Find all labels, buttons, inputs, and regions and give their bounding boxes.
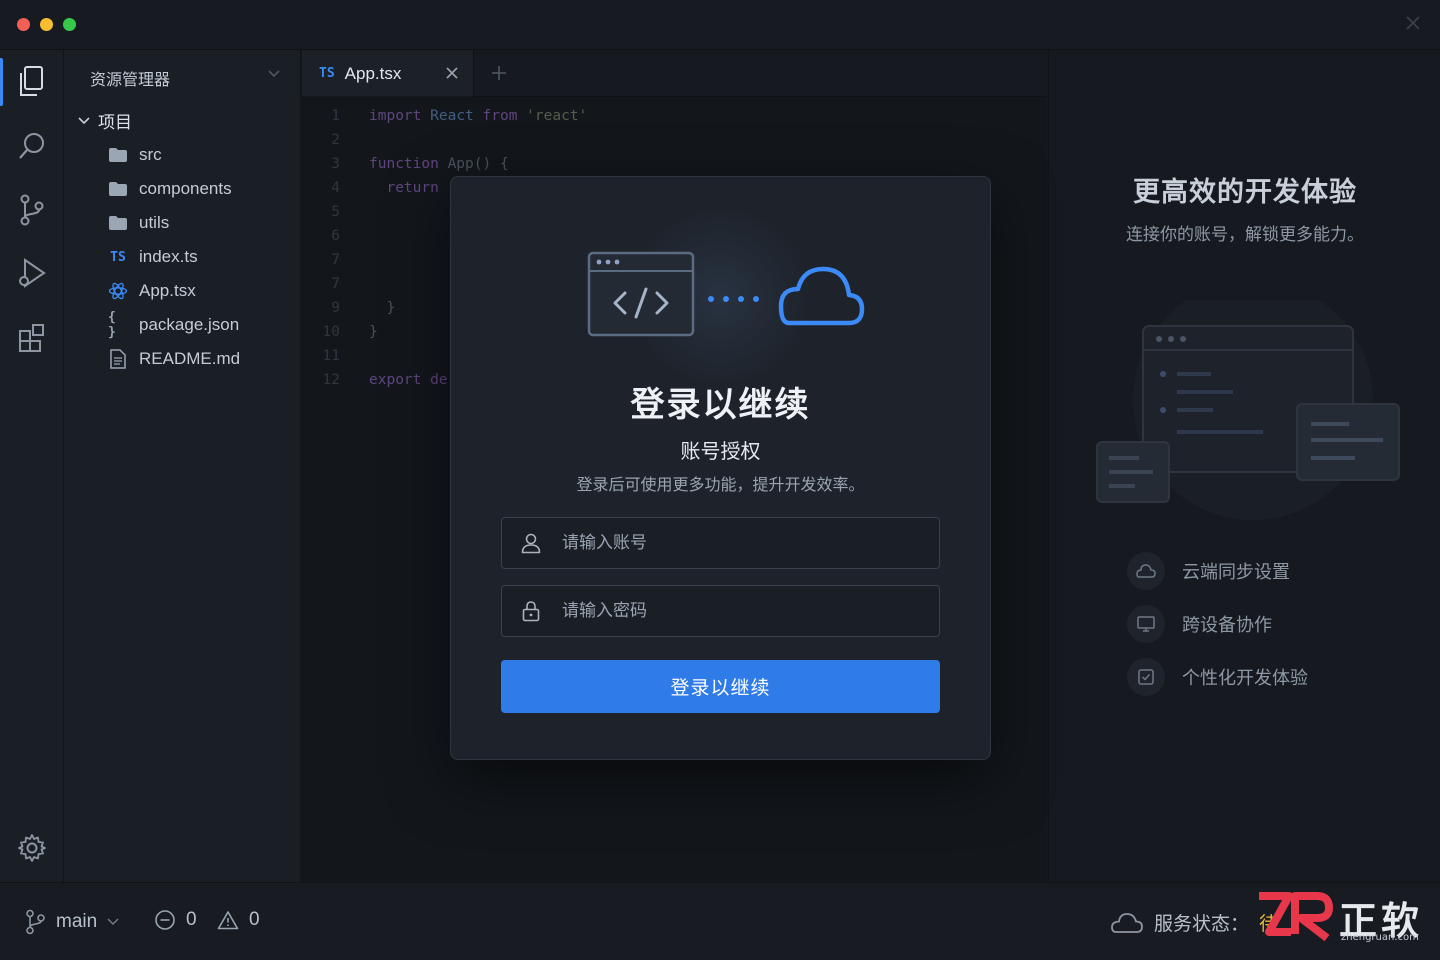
feature-label: 跨设备协作 [1182, 615, 1272, 635]
cloud-icon [1111, 912, 1143, 933]
feature-cross-device: 跨设备协作 [1127, 605, 1272, 643]
activity-run-debug[interactable] [0, 242, 64, 306]
dialog-description: 登录后可使用更多功能，提升开发效率。 [576, 477, 865, 494]
tab-bar: TS App.tsx [302, 50, 1047, 97]
files-icon [20, 66, 43, 96]
json-file-icon: { } [108, 310, 116, 340]
devices-illustration [1096, 300, 1400, 520]
tree-item-label: src [139, 145, 162, 164]
tree-item-label: components [139, 179, 232, 198]
activity-bar [0, 50, 64, 882]
warnings-indicator[interactable]: 0 [217, 909, 260, 931]
tree-item-components[interactable]: components [108, 177, 232, 201]
account-input[interactable] [562, 533, 922, 553]
typescript-file-icon: TS [110, 249, 126, 265]
checkbox-icon [1127, 658, 1165, 696]
watermark-logo: 正软 zhengruan.com [1255, 888, 1435, 948]
tree-item-app-tsx[interactable]: App.tsx [108, 279, 196, 303]
zr-logo-icon [1259, 892, 1333, 942]
promo-subtitle: 连接你的账号，解锁更多能力。 [1126, 225, 1364, 244]
react-file-icon [108, 282, 128, 300]
folder-icon [108, 215, 128, 231]
activity-search[interactable] [0, 114, 64, 178]
feature-label: 云端同步设置 [1182, 562, 1290, 582]
errors-indicator[interactable]: 0 [154, 909, 197, 931]
branch-selector[interactable]: main [24, 909, 119, 935]
explorer-panel: 资源管理器 项目 src components utils TS index.t… [64, 50, 301, 882]
activity-settings[interactable] [0, 816, 64, 880]
dialog-title: 登录以继续 [630, 386, 811, 424]
status-bar: main 0 0 服务状态： 待 [0, 882, 1440, 960]
markdown-file-icon [108, 349, 128, 369]
service-status[interactable]: 服务状态： 待 [1110, 909, 1278, 936]
chevron-down-icon [78, 116, 90, 124]
chevron-down-icon [107, 918, 119, 926]
tree-item-index-ts[interactable]: TS index.ts [108, 245, 198, 269]
user-icon [521, 533, 541, 554]
close-icon[interactable] [1404, 14, 1422, 32]
tree-item-label: package.json [139, 315, 240, 334]
tree-item-readme-md[interactable]: README.md [108, 347, 240, 371]
feature-personalized: 个性化开发体验 [1127, 658, 1308, 696]
activity-extensions[interactable] [0, 306, 64, 370]
error-count: 0 [186, 909, 197, 930]
search-icon [19, 133, 44, 159]
tab-app-tsx[interactable]: TS App.tsx [302, 50, 474, 97]
promo-title: 更高效的开发体验 [1133, 177, 1357, 207]
service-status-label: 服务状态： [1154, 914, 1250, 935]
warning-count: 0 [249, 909, 260, 930]
tree-item-label: utils [139, 213, 170, 232]
run-debug-icon [19, 258, 46, 288]
error-icon [155, 910, 175, 930]
tree-item-package-json[interactable]: { } package.json [108, 310, 240, 340]
source-control-icon [20, 194, 44, 226]
password-field[interactable] [501, 585, 940, 637]
title-bar [0, 0, 1440, 50]
password-input[interactable] [562, 601, 922, 621]
activity-explorer[interactable] [0, 50, 64, 114]
code-cloud-illustration [587, 251, 865, 337]
folder-icon [108, 181, 128, 197]
tree-item-label: index.ts [139, 247, 198, 266]
tree-root-project[interactable]: 项目 [78, 108, 132, 133]
feature-cloud-sync: 云端同步设置 [1127, 552, 1290, 590]
typescript-file-icon: TS [319, 66, 335, 81]
feature-label: 个性化开发体验 [1182, 668, 1308, 688]
lock-icon [522, 601, 540, 622]
plus-icon[interactable] [490, 64, 508, 82]
chevron-down-icon[interactable] [268, 70, 280, 78]
maximize-window-button[interactable] [63, 18, 76, 31]
extensions-icon [19, 324, 44, 352]
branch-name: main [56, 911, 98, 932]
tree-root-label: 项目 [98, 113, 132, 132]
tree-item-src[interactable]: src [108, 143, 162, 167]
tree-item-label: App.tsx [139, 281, 196, 300]
active-indicator [0, 58, 3, 106]
tree-item-label: README.md [139, 349, 241, 368]
close-icon[interactable] [445, 66, 459, 80]
promo-panel: 更高效的开发体验 连接你的账号，解锁更多能力。 云端同步设置 跨设备协作 个性化… [1048, 50, 1440, 882]
login-button[interactable]: 登录以继续 [501, 660, 940, 713]
warning-icon [217, 911, 239, 930]
account-field[interactable] [501, 517, 940, 569]
dialog-subtitle: 账号授权 [680, 441, 761, 463]
git-branch-icon [26, 909, 45, 935]
cloud-icon [1127, 552, 1165, 590]
tree-item-utils[interactable]: utils [108, 211, 169, 235]
login-dialog: 登录以继续 账号授权 登录后可使用更多功能，提升开发效率。 登录以继续 [450, 176, 991, 760]
monitor-icon [1127, 605, 1165, 643]
close-window-button[interactable] [17, 18, 30, 31]
explorer-title: 资源管理器 [90, 72, 171, 89]
tab-label: App.tsx [344, 63, 402, 83]
watermark-url: zhengruan.com [1341, 932, 1419, 943]
activity-source-control[interactable] [0, 178, 64, 242]
gear-icon [18, 834, 46, 862]
minimize-window-button[interactable] [40, 18, 53, 31]
folder-icon [108, 147, 128, 163]
